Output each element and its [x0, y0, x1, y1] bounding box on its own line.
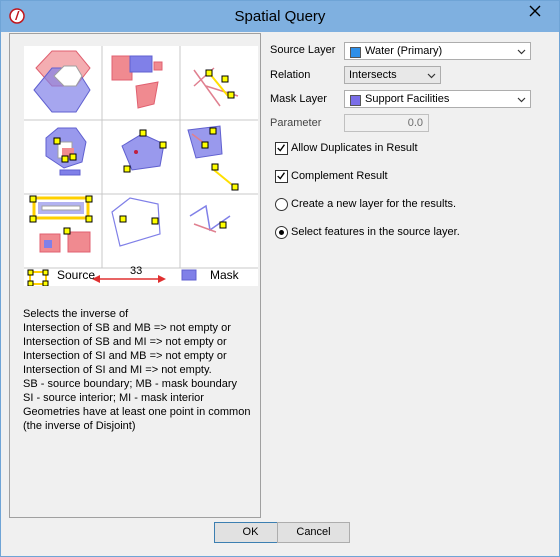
chevron-down-icon: [427, 73, 436, 79]
legend-distance-label: 33: [130, 265, 143, 277]
mask-layer-dropdown[interactable]: Support Facilities: [344, 90, 531, 108]
window-title: Spatial Query: [234, 8, 326, 25]
checkmark-icon: [277, 172, 286, 180]
radio-select-features[interactable]: [275, 226, 288, 239]
chevron-down-icon: [517, 49, 526, 55]
cancel-button[interactable]: Cancel: [277, 522, 350, 543]
source-layer-swatch: [350, 47, 361, 58]
parameter-input[interactable]: 0.0: [344, 114, 429, 132]
relation-description: Selects the inverse of Intersection of S…: [23, 308, 251, 432]
title-bar: Spatial Query: [1, 1, 559, 32]
complement-label: Complement Result: [291, 170, 388, 182]
mask-layer-value: Support Facilities: [365, 93, 450, 105]
radio-selected-dot: [279, 230, 284, 235]
parameter-label: Parameter: [270, 117, 322, 129]
radio-select-features-label: Select features in the source layer.: [291, 226, 460, 238]
spatial-query-dialog: Spatial Query Source 33 Mask Selects the…: [0, 0, 560, 557]
relation-value: Intersects: [349, 69, 397, 81]
allow-duplicates-label: Allow Duplicates in Result: [291, 142, 418, 154]
relation-label: Relation: [270, 69, 311, 81]
dialog-content: Source 33 Mask Selects the inverse of In…: [8, 32, 552, 549]
allow-duplicates-checkbox[interactable]: [275, 142, 288, 155]
close-icon[interactable]: [515, 1, 555, 21]
radio-new-layer[interactable]: [275, 198, 288, 211]
mask-layer-swatch: [350, 95, 361, 106]
relation-illustration-panel: Source 33 Mask Selects the inverse of In…: [9, 33, 261, 518]
source-layer-label: Source Layer: [270, 44, 336, 56]
legend-mask-label: Mask: [210, 268, 239, 282]
legend-source-label: Source: [57, 268, 96, 282]
relation-dropdown[interactable]: Intersects: [344, 66, 441, 84]
chevron-down-icon: [517, 97, 526, 103]
complement-checkbox[interactable]: [275, 170, 288, 183]
checkmark-icon: [277, 144, 286, 152]
source-layer-value: Water (Primary): [365, 45, 443, 57]
relation-diagram: [24, 46, 258, 286]
radio-new-layer-label: Create a new layer for the results.: [291, 198, 457, 210]
mask-layer-label: Mask Layer: [270, 93, 327, 105]
source-layer-dropdown[interactable]: Water (Primary): [344, 42, 531, 60]
